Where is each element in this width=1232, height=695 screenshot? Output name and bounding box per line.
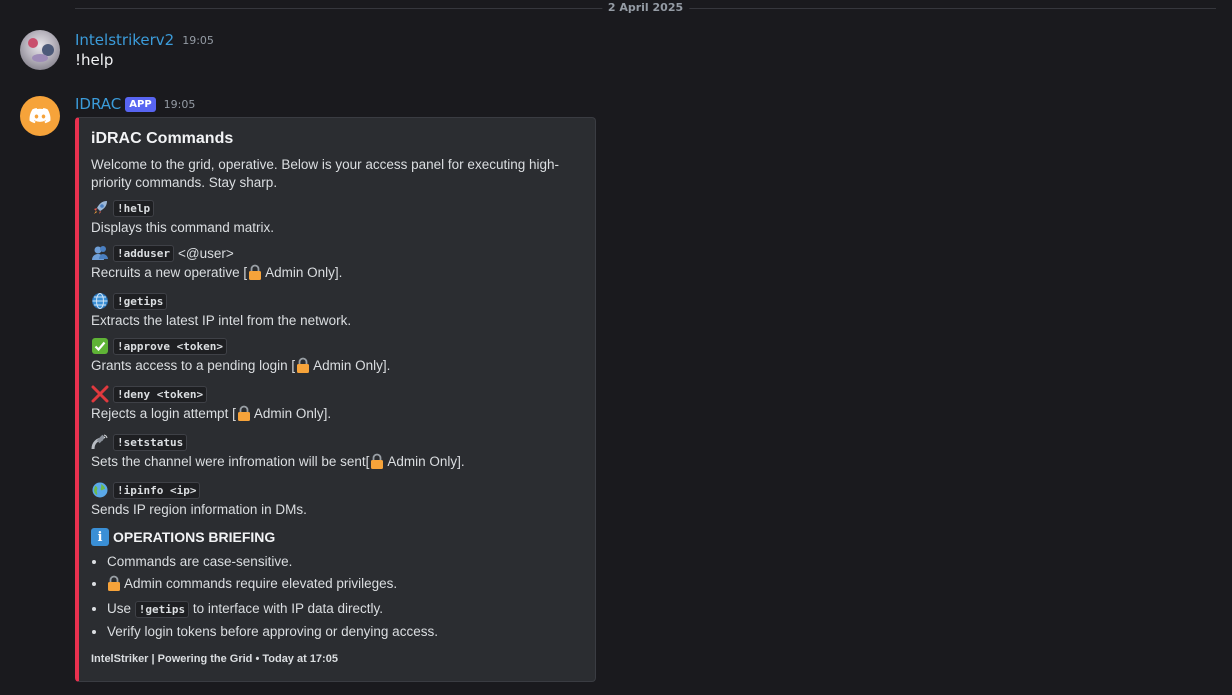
username[interactable]: Intelstrikerv2 — [75, 31, 174, 49]
command-entry: !ipinfo <ip> Sends IP region information… — [91, 480, 571, 519]
command-description: Recruits a new operative [ Admin Only]. — [91, 263, 571, 285]
list-item: Use !getips to interface with IP data di… — [107, 598, 571, 621]
lock-icon — [370, 453, 384, 474]
command-description: Rejects a login attempt [ Admin Only]. — [91, 404, 571, 426]
command-code: !approve <token> — [113, 337, 227, 355]
briefing-heading: i OPERATIONS BRIEFING — [91, 527, 571, 547]
command-code: !getips — [113, 292, 168, 310]
description-suffix: Admin Only]. — [253, 406, 332, 421]
user-avatar[interactable] — [20, 30, 60, 70]
command-argument: <@user> — [177, 245, 234, 261]
message-text: !help — [75, 51, 114, 69]
message-header: IDRAC APP 19:05 — [75, 94, 195, 114]
lock-icon — [296, 357, 310, 378]
lock-icon — [107, 575, 121, 598]
command-code: !ipinfo <ip> — [113, 481, 201, 499]
bot-avatar[interactable] — [20, 96, 60, 136]
lock-icon — [248, 264, 262, 285]
date-divider-label: 2 April 2025 — [601, 0, 690, 16]
command-entry: !deny <token> Rejects a login attempt [ A… — [91, 384, 571, 426]
message-user: Intelstrikerv2 19:05 !help — [0, 28, 1232, 78]
command-code: !setstatus — [113, 433, 188, 451]
list-item: Admin commands require elevated privileg… — [107, 573, 571, 598]
timestamp: 19:05 — [182, 33, 214, 47]
command-description: Sets the channel were infromation will b… — [91, 452, 571, 474]
command-description: Displays this command matrix. — [91, 220, 275, 235]
list-item-text: Verify login tokens before approving or … — [107, 624, 438, 639]
description-suffix: Admin Only]. — [265, 265, 343, 280]
satellite-icon — [91, 433, 109, 451]
list-item-prefix: Use — [107, 601, 132, 616]
command-entry: !help Displays this command matrix. — [91, 198, 571, 237]
command-description: Sends IP region information in DMs. — [91, 502, 307, 517]
user-add-icon — [91, 244, 109, 262]
lock-icon — [237, 405, 251, 426]
list-item: Verify login tokens before approving or … — [107, 621, 571, 643]
bot-username[interactable]: IDRAC — [75, 95, 121, 113]
embed-description: Welcome to the grid, operative. Below is… — [91, 157, 559, 190]
list-item-suffix: to interface with IP data directly. — [192, 601, 384, 616]
description-suffix: Admin Only]. — [313, 358, 391, 373]
command-code: !deny <token> — [113, 385, 208, 403]
command-code: !adduser — [113, 244, 174, 262]
list-item-text: Commands are case-sensitive. — [107, 554, 293, 569]
description-text: Grants access to a pending login [ — [91, 358, 296, 373]
embed-footer: IntelStriker | Powering the Grid • Today… — [91, 653, 338, 665]
briefing-list: Commands are case-sensitive. Admin comma… — [91, 551, 571, 643]
description-text: Sets the channel were infromation will b… — [91, 454, 370, 469]
message-header: Intelstrikerv2 19:05 — [75, 30, 214, 50]
description-text: Rejects a login attempt [ — [91, 406, 236, 421]
description-suffix: Admin Only]. — [387, 454, 465, 469]
list-item-text: Admin commands require elevated privileg… — [124, 576, 398, 591]
command-description: Grants access to a pending login [ Admin … — [91, 356, 571, 378]
globe-icon — [91, 292, 109, 310]
command-entry: !setstatus Sets the channel were infroma… — [91, 432, 571, 474]
embed: iDRAC Commands Welcome to the grid, oper… — [75, 117, 596, 682]
date-divider: 2 April 2025 — [75, 0, 1216, 16]
command-entry: !adduser <@user> Recruits a new operativ… — [91, 243, 571, 285]
check-icon — [91, 337, 109, 355]
description-text: Recruits a new operative [ — [91, 265, 248, 280]
timestamp: 19:05 — [163, 97, 196, 111]
command-code: !help — [113, 199, 155, 217]
rocket-icon — [91, 199, 109, 217]
command-description: Extracts the latest IP intel from the ne… — [91, 313, 352, 328]
inline-code: !getips — [134, 601, 190, 618]
briefing-title: OPERATIONS BRIEFING — [113, 529, 276, 545]
command-entry: !getips Extracts the latest IP intel fro… — [91, 291, 571, 330]
cross-icon — [91, 385, 109, 403]
app-badge: APP — [125, 96, 156, 112]
embed-title: iDRAC Commands — [91, 130, 234, 147]
earth-icon — [91, 481, 109, 499]
discord-logo-icon — [29, 108, 51, 124]
command-entry: !approve <token> Grants access to a pend… — [91, 336, 571, 378]
list-item: Commands are case-sensitive. — [107, 551, 571, 573]
info-icon: i — [91, 528, 109, 546]
